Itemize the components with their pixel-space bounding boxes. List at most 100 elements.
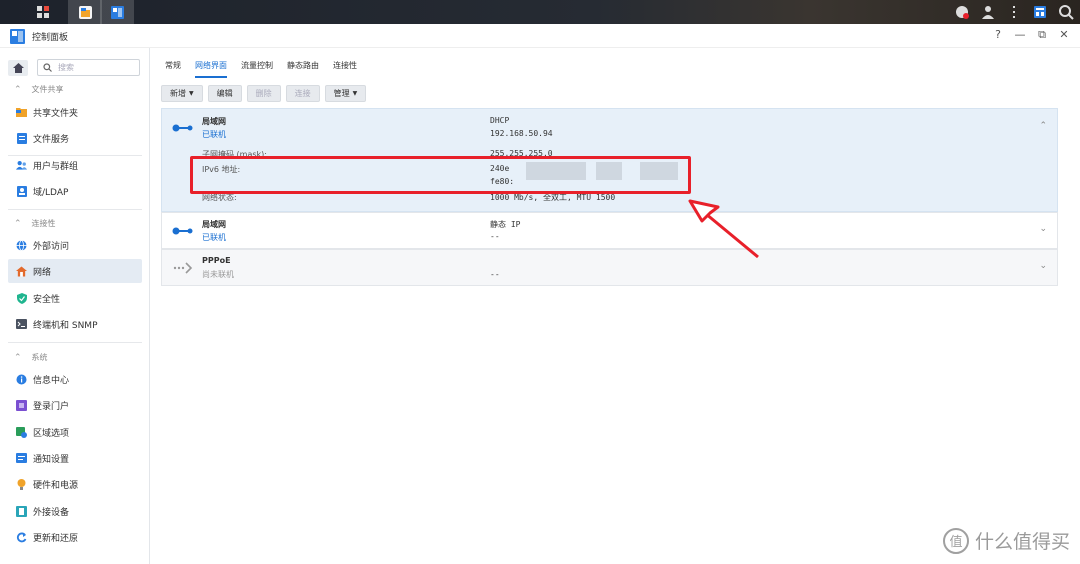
tab-bar: 常规 网络界面 流量控制 静态路由 连接性 [165,60,357,78]
chevron-up-icon: ⌃ [14,218,22,229]
delete-button[interactable]: 删除 [246,85,281,102]
close-button[interactable]: ✕ [1058,28,1070,42]
sidebar-item-external-access[interactable]: 外部访问 [8,233,142,257]
watermark-logo-icon: 值 [942,527,969,554]
interface-name: 局域网 [202,117,226,126]
watermark: 值 什么值得买 [942,527,1070,554]
sidebar: ⌃ 文件共享 共享文件夹 文件服务 用户与群组 域/LDAP ⌃ 连接性 外部访… [0,48,150,564]
search-box [37,59,140,76]
sidebar-item-file-services[interactable]: 文件服务 [8,126,142,150]
bulb-icon [16,478,27,490]
taskbar [0,0,1080,24]
new-button[interactable]: 新增 ▼ [161,85,203,102]
connect-button[interactable]: 连接 [285,85,320,102]
tab-general[interactable]: 常规 [165,60,181,78]
chevron-up-icon: ⌃ [14,84,22,95]
interface-status: 已联机 [202,233,226,242]
taskbar-app-file-station[interactable] [68,0,102,24]
lan-connected-icon [172,124,193,132]
region-icon [16,426,27,438]
minimize-button[interactable]: — [1014,28,1026,42]
search-icon [43,63,52,72]
interface-mode: 静态 IP [490,220,521,229]
chevron-up-icon: ⌃ [14,352,22,363]
interface-card-lan2[interactable]: 局域网 已联机 静态 IP -- ⌄ [161,212,1058,249]
sidebar-item-info-center[interactable]: 信息中心 [8,367,142,391]
sidebar-item-domain-ldap[interactable]: 域/LDAP [8,179,142,203]
sidebar-item-shared-folder[interactable]: 共享文件夹 [8,100,142,124]
file-station-icon [78,5,92,19]
sidebar-item-network[interactable]: 网络 [8,259,142,283]
interface-mode: DHCP [490,116,510,125]
shield-icon [16,292,27,304]
section-header-system[interactable]: ⌃ 系统 [14,352,48,363]
restore-button[interactable]: ⧉ [1036,28,1048,42]
control-panel-icon [110,5,124,19]
portal-icon [16,399,27,411]
options-icon[interactable] [1004,2,1024,22]
section-header-file-sharing[interactable]: ⌃ 文件共享 [14,84,64,95]
section-header-connectivity[interactable]: ⌃ 连接性 [14,218,56,229]
help-button[interactable]: ? [992,28,1004,42]
home-button[interactable] [8,60,28,76]
main-menu-button[interactable] [26,0,60,24]
terminal-icon [16,319,27,330]
tab-connectivity[interactable]: 连接性 [333,60,357,78]
update-icon [16,532,27,543]
home-icon [12,63,24,73]
file-service-icon [16,132,27,144]
sidebar-item-notification[interactable]: 通知设置 [8,446,142,470]
interface-status: 已联机 [202,130,226,139]
chat-icon[interactable] [952,2,972,22]
external-device-icon [16,505,27,517]
search-icon[interactable] [1056,2,1076,22]
toolbar: 新增 ▼ 编辑 删除 连接 管理 ▼ [161,85,367,102]
tab-network-interface[interactable]: 网络界面 [195,60,227,78]
interface-ip: -- [490,232,500,241]
users-icon [16,160,27,171]
folder-icon [16,107,27,118]
lan-connected-icon [172,227,193,235]
chevron-down-icon[interactable]: ⌄ [1039,261,1047,271]
dropdown-caret-icon: ▼ [352,90,358,97]
edit-button[interactable]: 编辑 [207,85,242,102]
watermark-text: 什么值得买 [974,531,1070,553]
chevron-down-icon[interactable]: ⌄ [1039,224,1047,234]
network-home-icon [16,265,27,277]
sidebar-item-hardware-power[interactable]: 硬件和电源 [8,472,142,496]
window-title: 控制面板 [32,33,69,43]
pppoe-disconnected-icon [173,262,193,274]
main-panel: 常规 网络界面 流量控制 静态路由 连接性 新增 ▼ 编辑 删除 连接 管理 ▼ 局… [151,48,1080,564]
sidebar-item-update-restore[interactable]: 更新和还原 [8,525,142,549]
dropdown-caret-icon: ▼ [189,90,194,97]
sidebar-item-external-devices[interactable]: 外接设备 [8,499,142,523]
sidebar-item-users-groups[interactable]: 用户与群组 [8,153,142,177]
widgets-icon[interactable] [1030,2,1050,22]
globe-icon [16,239,27,251]
annotation-arrow-icon [688,199,759,259]
ldap-icon [16,185,27,197]
highlight-box [190,156,691,194]
info-icon [16,374,27,385]
sidebar-item-security[interactable]: 安全性 [8,286,142,310]
sidebar-item-terminal-snmp[interactable]: 终端机和 SNMP [8,312,142,336]
user-icon[interactable] [978,2,998,22]
apps-grid-icon [37,6,49,18]
manage-button[interactable]: 管理 ▼ [324,85,367,102]
tab-static-route[interactable]: 静态路由 [287,60,319,78]
sidebar-item-regional-options[interactable]: 区域选项 [8,420,142,444]
interface-ip: -- [490,270,500,279]
control-panel-logo-icon [10,29,25,44]
chevron-up-icon[interactable]: ⌃ [1039,121,1047,131]
interface-name: 局域网 [202,220,226,229]
interface-status: 尚未联机 [202,270,234,279]
notification-icon [16,453,27,464]
sidebar-item-login-portal[interactable]: 登录门户 [8,393,142,417]
tab-traffic-control[interactable]: 流量控制 [241,60,273,78]
taskbar-app-control-panel[interactable] [100,0,134,24]
search-input[interactable] [58,63,128,72]
interface-card-pppoe[interactable]: PPPoE 尚未联机 -- ⌄ [161,249,1058,286]
window-titlebar: 控制面板 ? — ⧉ ✕ [0,24,1080,48]
interface-ip: 192.168.50.94 [490,129,553,138]
interface-name: PPPoE [202,256,231,265]
